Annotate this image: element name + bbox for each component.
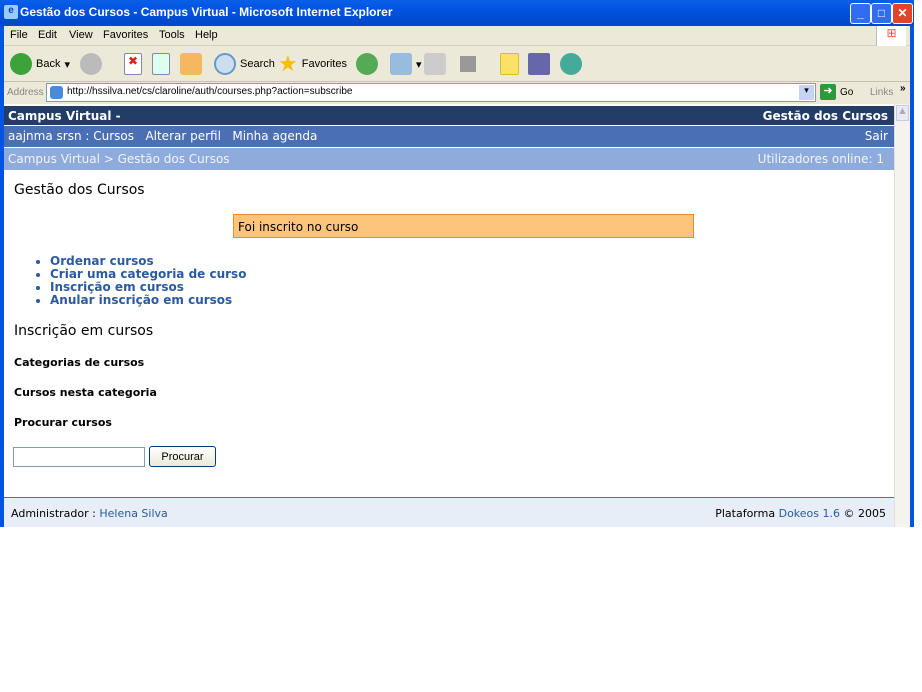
menu-view[interactable]: View bbox=[69, 29, 93, 41]
print-button[interactable] bbox=[424, 52, 446, 76]
history-button[interactable] bbox=[356, 52, 378, 76]
breadcrumb-path[interactable]: Campus Virtual > Gestão dos Cursos bbox=[8, 152, 230, 166]
address-bar: Address http://hssilva.net/cs/claroline/… bbox=[4, 82, 910, 103]
site-header: Campus Virtual - Gestão dos Cursos bbox=[4, 106, 894, 125]
forward-button[interactable] bbox=[80, 52, 102, 76]
title-bar: e Gestão dos Cursos - Campus Virtual - M… bbox=[0, 0, 914, 26]
menu-bar: File Edit View Favorites Tools Help ⊞ bbox=[4, 26, 910, 46]
printer-icon bbox=[424, 53, 446, 75]
nav-agenda[interactable]: Minha agenda bbox=[232, 129, 317, 143]
refresh-icon bbox=[152, 53, 170, 75]
menu-favorites[interactable]: Favorites bbox=[103, 29, 148, 41]
category-courses-heading: Cursos nesta categoria bbox=[14, 386, 157, 399]
toolbar: Back ▾ ✖ Search ★ Favorites ▾ bbox=[4, 46, 910, 82]
go-label: Go bbox=[840, 86, 854, 98]
platform-link[interactable]: Dokeos 1.6 bbox=[779, 507, 840, 520]
breadcrumb: Campus Virtual > Gestão dos Cursos Utiliz… bbox=[4, 148, 894, 170]
page-icon bbox=[50, 86, 63, 99]
scroll-up-icon[interactable]: ▲ bbox=[896, 105, 909, 121]
site-name[interactable]: Campus Virtual - bbox=[8, 109, 121, 123]
research-button[interactable] bbox=[528, 52, 550, 76]
windows-logo-icon: ⊞ bbox=[876, 26, 906, 46]
nav-courses[interactable]: aajnma srsn : Cursos bbox=[8, 129, 134, 143]
chevron-right-icon[interactable]: » bbox=[900, 83, 906, 94]
home-icon bbox=[180, 53, 202, 75]
footer: Administrador : Helena Silva Plataforma … bbox=[4, 497, 894, 527]
platform-label: Plataforma bbox=[715, 507, 776, 520]
vertical-scrollbar[interactable]: ▲ bbox=[894, 104, 910, 527]
home-button[interactable] bbox=[180, 52, 202, 76]
edit-icon bbox=[460, 56, 476, 72]
link-unsubscribe-courses[interactable]: Anular inscrição em cursos bbox=[50, 294, 246, 307]
go-arrow-icon: ➜ bbox=[820, 84, 836, 100]
address-url: http://hssilva.net/cs/claroline/auth/cou… bbox=[67, 86, 353, 97]
section-name: Gestão dos Cursos bbox=[762, 109, 888, 123]
search-submit-button[interactable]: Procurar bbox=[149, 446, 216, 467]
discuss-button[interactable] bbox=[500, 52, 519, 76]
admin-link[interactable]: Helena Silva bbox=[99, 507, 167, 520]
close-button[interactable]: ✕ bbox=[892, 3, 913, 24]
page-title: Gestão dos Cursos bbox=[14, 182, 145, 198]
page-content: Campus Virtual - Gestão dos Cursos aajnma… bbox=[4, 104, 894, 527]
confirmation-message: Foi inscrito no curso bbox=[233, 214, 694, 238]
logout-link[interactable]: Sair bbox=[865, 129, 888, 143]
maximize-button[interactable]: □ bbox=[871, 3, 892, 24]
categories-heading: Categorias de cursos bbox=[14, 356, 145, 369]
favorites-button[interactable]: ★ Favorites bbox=[278, 51, 347, 76]
course-search-input[interactable] bbox=[13, 447, 145, 467]
search-heading: Procurar cursos bbox=[14, 416, 112, 429]
back-arrow-icon bbox=[10, 53, 32, 75]
search-button[interactable]: Search bbox=[214, 52, 275, 76]
address-input[interactable]: http://hssilva.net/cs/claroline/auth/cou… bbox=[46, 83, 816, 102]
ie-icon: e bbox=[4, 5, 18, 19]
edit-button[interactable] bbox=[460, 52, 476, 76]
copyright: © 2005 bbox=[843, 507, 887, 520]
history-icon bbox=[356, 53, 378, 75]
links-button[interactable]: Links bbox=[870, 87, 893, 98]
mail-button[interactable]: ▾ bbox=[390, 52, 422, 76]
search-label: Search bbox=[240, 58, 275, 70]
address-label: Address bbox=[7, 87, 44, 98]
chevron-down-icon[interactable]: ▾ bbox=[799, 85, 814, 100]
messenger-button[interactable] bbox=[560, 52, 582, 76]
menu-edit[interactable]: Edit bbox=[38, 29, 57, 41]
refresh-button[interactable] bbox=[152, 52, 170, 76]
note-icon bbox=[500, 53, 519, 75]
star-icon: ★ bbox=[278, 51, 298, 76]
admin-label: Administrador : bbox=[11, 507, 96, 520]
minimize-button[interactable]: _ bbox=[850, 3, 871, 24]
messenger-icon bbox=[560, 53, 582, 75]
mail-icon bbox=[390, 53, 412, 75]
stop-icon: ✖ bbox=[124, 53, 142, 75]
research-icon bbox=[528, 53, 550, 75]
menu-help[interactable]: Help bbox=[195, 29, 218, 41]
nav-profile[interactable]: Alterar perfil bbox=[145, 129, 221, 143]
back-button[interactable]: Back ▾ bbox=[10, 52, 70, 76]
go-button[interactable]: ➜ Go bbox=[820, 84, 853, 100]
user-nav: aajnma srsn : Cursos Alterar perfil Minh… bbox=[4, 126, 894, 147]
window-title: Gestão dos Cursos - Campus Virtual - Mic… bbox=[20, 5, 393, 19]
favorites-label: Favorites bbox=[301, 58, 347, 70]
online-users: Utilizadores online: 1 bbox=[757, 152, 884, 166]
stop-button[interactable]: ✖ bbox=[124, 52, 142, 76]
back-label: Back bbox=[36, 58, 61, 70]
search-icon bbox=[214, 53, 236, 75]
section-title: Inscrição em cursos bbox=[14, 323, 154, 339]
menu-tools[interactable]: Tools bbox=[159, 29, 185, 41]
action-links: Ordenar cursos Criar uma categoria de cu… bbox=[50, 255, 246, 307]
menu-file[interactable]: File bbox=[10, 29, 28, 41]
forward-arrow-icon bbox=[80, 53, 102, 75]
